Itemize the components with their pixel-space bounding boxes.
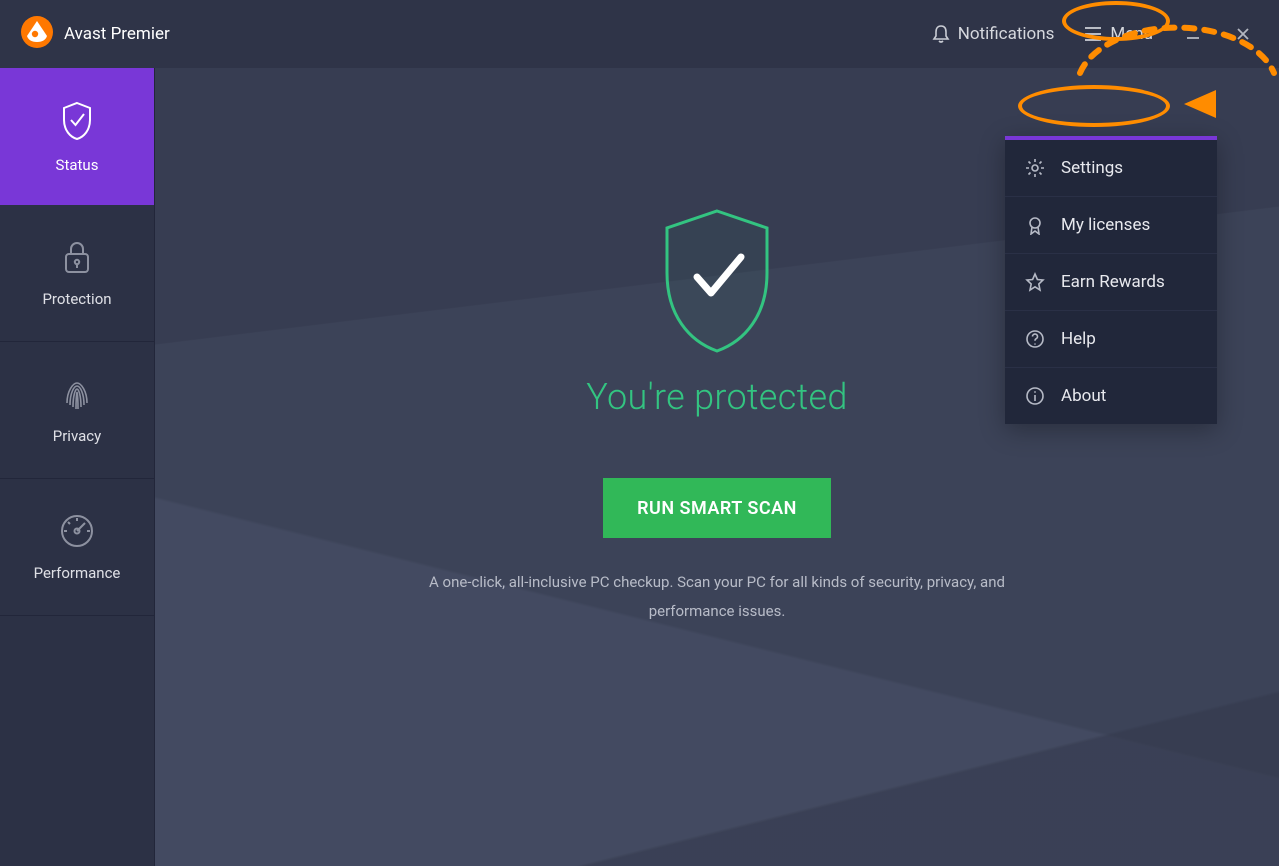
bell-icon (932, 24, 950, 44)
menu-item-label: Settings (1061, 158, 1123, 178)
menu-item-label: Help (1061, 329, 1096, 349)
menu-item-label: Earn Rewards (1061, 272, 1165, 292)
scan-description: A one-click, all-inclusive PC checkup. S… (407, 568, 1027, 625)
sidebar-item-label: Protection (42, 290, 111, 308)
run-smart-scan-button[interactable]: RUN SMART SCAN (603, 478, 831, 538)
shield-check-icon (59, 100, 95, 142)
hamburger-icon (1084, 27, 1102, 41)
minimize-button[interactable] (1173, 14, 1213, 54)
sidebar-item-protection[interactable]: Protection (0, 205, 154, 342)
avast-logo-icon (20, 15, 54, 53)
app-logo-wrap: Avast Premier (20, 15, 170, 53)
gear-icon (1025, 158, 1045, 178)
header-bar: Avast Premier Notifications (0, 0, 1279, 68)
sidebar-item-label: Privacy (53, 427, 101, 445)
sidebar-item-performance[interactable]: Performance (0, 479, 154, 616)
gauge-icon (58, 512, 96, 550)
question-circle-icon (1025, 329, 1045, 349)
menu-item-label: About (1061, 386, 1106, 406)
menu-button[interactable]: Menu (1074, 16, 1163, 52)
sidebar-item-label: Status (56, 156, 99, 174)
close-button[interactable] (1223, 14, 1263, 54)
sidebar: Status Protection (0, 68, 155, 866)
sidebar-item-privacy[interactable]: Privacy (0, 342, 154, 479)
sidebar-item-status[interactable]: Status (0, 68, 154, 205)
menu-label: Menu (1110, 24, 1153, 44)
app-title: Avast Premier (64, 24, 170, 44)
menu-item-settings[interactable]: Settings (1005, 140, 1217, 197)
app-window: Avast Premier Notifications (0, 0, 1279, 866)
status-text: You're protected (586, 376, 847, 418)
menu-item-rewards[interactable]: Earn Rewards (1005, 254, 1217, 311)
menu-item-help[interactable]: Help (1005, 311, 1217, 368)
license-icon (1025, 215, 1045, 235)
star-icon (1025, 272, 1045, 292)
header-right: Notifications Menu (922, 14, 1263, 54)
menu-item-about[interactable]: About (1005, 368, 1217, 424)
info-circle-icon (1025, 386, 1045, 406)
protected-shield-icon (647, 203, 787, 362)
notifications-label: Notifications (958, 24, 1055, 44)
sidebar-item-label: Performance (34, 564, 121, 582)
fingerprint-icon (59, 375, 95, 413)
menu-item-label: My licenses (1061, 215, 1150, 235)
lock-icon (61, 238, 93, 276)
menu-dropdown: Settings My licenses Earn Rewards (1005, 136, 1217, 424)
menu-item-licenses[interactable]: My licenses (1005, 197, 1217, 254)
body: Status Protection (0, 68, 1279, 866)
notifications-button[interactable]: Notifications (922, 16, 1065, 52)
